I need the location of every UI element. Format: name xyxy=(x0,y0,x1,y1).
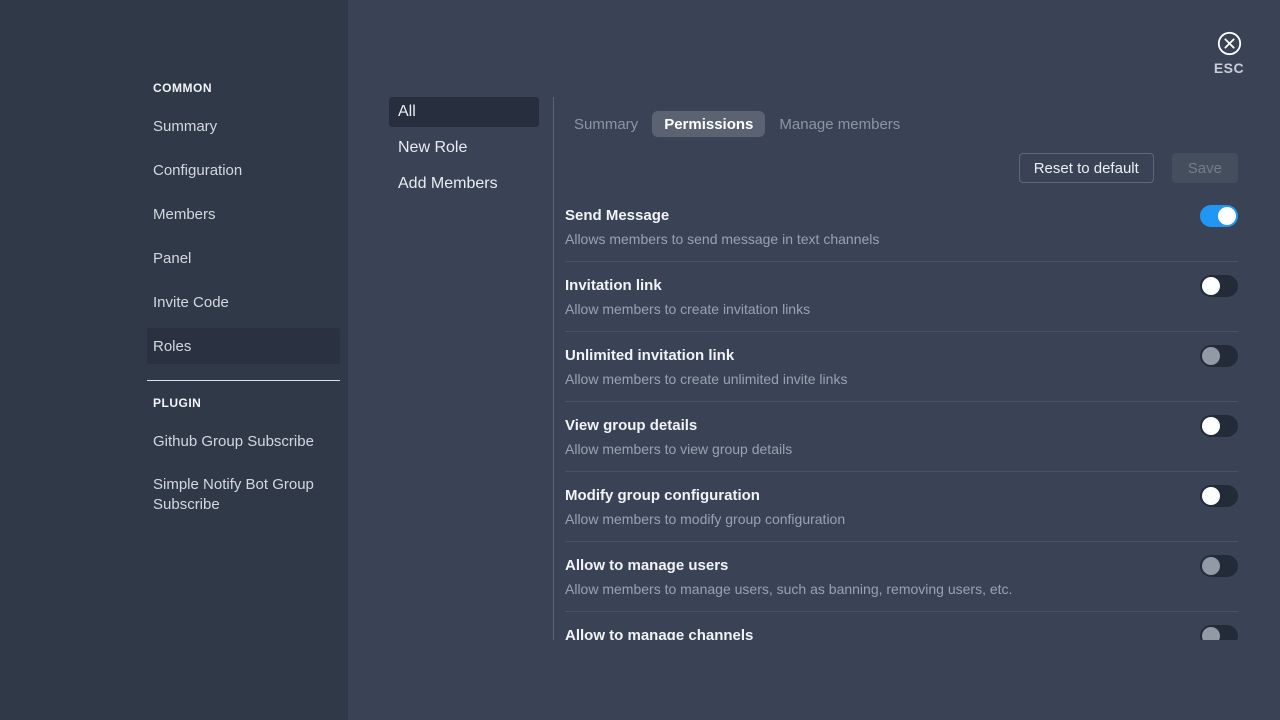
sidebar-item-roles[interactable]: Roles xyxy=(147,328,340,364)
role-item-label: All xyxy=(398,103,416,121)
tab-permissions[interactable]: Permissions xyxy=(652,111,765,137)
save-button: Save xyxy=(1172,153,1238,183)
role-item-new-role[interactable]: New Role xyxy=(389,133,539,163)
sidebar-item-label: Panel xyxy=(153,250,191,267)
permission-row-invitation-link: Invitation link Allow members to create … xyxy=(565,262,1238,332)
sidebar-item-members[interactable]: Members xyxy=(147,196,340,232)
sidebar-item-panel[interactable]: Panel xyxy=(147,240,340,276)
allow-to-manage-users-toggle xyxy=(1200,555,1238,577)
role-item-add-members[interactable]: Add Members xyxy=(389,169,539,199)
permission-description: Allow members to create invitation links xyxy=(565,300,1238,318)
sidebar-item-label: Github Group Subscribe xyxy=(153,433,314,450)
sidebar-section-header-common: COMMON xyxy=(147,78,340,98)
permission-title: Invitation link xyxy=(565,262,1238,295)
sidebar-item-label: Roles xyxy=(153,338,191,355)
permission-description: Allows members to send message in text c… xyxy=(565,230,1238,248)
permissions-list: Send Message Allows members to send mess… xyxy=(565,192,1238,640)
settings-sidebar: COMMON Summary Configuration Members Pan… xyxy=(0,0,348,720)
toggle-knob xyxy=(1202,557,1220,575)
role-item-label: Add Members xyxy=(398,175,498,193)
sidebar-item-simple-notify-bot-group-subscribe[interactable]: Simple Notify Bot Group Subscribe xyxy=(147,467,340,523)
role-tabs: Summary Permissions Manage members xyxy=(565,111,1238,137)
role-item-all[interactable]: All xyxy=(389,97,539,127)
permission-row-modify-group-configuration: Modify group configuration Allow members… xyxy=(565,472,1238,542)
circle-x-icon xyxy=(1209,30,1249,57)
permission-row-allow-to-manage-users: Allow to manage users Allow members to m… xyxy=(565,542,1238,612)
toggle-knob xyxy=(1202,487,1220,505)
permission-description: Allow members to create unlimited invite… xyxy=(565,370,1238,388)
sidebar-item-label: Simple Notify Bot Group Subscribe xyxy=(153,475,340,515)
tab-summary[interactable]: Summary xyxy=(565,111,647,137)
permission-description: Allow members to manage users, such as b… xyxy=(565,580,1238,598)
permission-row-send-message: Send Message Allows members to send mess… xyxy=(565,192,1238,262)
send-message-toggle[interactable] xyxy=(1200,205,1238,227)
toggle-knob xyxy=(1202,277,1220,295)
sidebar-item-label: Members xyxy=(153,206,216,223)
sidebar-divider xyxy=(147,380,340,381)
esc-label: ESC xyxy=(1209,60,1249,76)
toggle-knob xyxy=(1202,627,1220,640)
permission-description: Allow members to modify group configurat… xyxy=(565,510,1238,528)
permission-description: Allow members to view group details xyxy=(565,440,1238,458)
unlimited-invitation-link-toggle xyxy=(1200,345,1238,367)
role-permissions-panel: Summary Permissions Manage members Reset… xyxy=(565,0,1238,640)
view-group-details-toggle[interactable] xyxy=(1200,415,1238,437)
permission-title: View group details xyxy=(565,402,1238,435)
allow-to-manage-channels-toggle xyxy=(1200,625,1238,640)
sidebar-item-label: Configuration xyxy=(153,162,242,179)
reset-to-default-button[interactable]: Reset to default xyxy=(1019,153,1154,183)
sidebar-item-label: Summary xyxy=(153,118,217,135)
role-item-label: New Role xyxy=(398,139,467,157)
permission-title: Send Message xyxy=(565,192,1238,225)
permission-row-allow-to-manage-channels: Allow to manage channels xyxy=(565,612,1238,640)
sidebar-item-configuration[interactable]: Configuration xyxy=(147,152,340,188)
close-button[interactable]: ESC xyxy=(1209,30,1249,76)
permission-row-view-group-details: View group details Allow members to view… xyxy=(565,402,1238,472)
toggle-knob xyxy=(1202,417,1220,435)
permission-row-unlimited-invitation-link: Unlimited invitation link Allow members … xyxy=(565,332,1238,402)
permission-title: Allow to manage channels xyxy=(565,612,1238,640)
sidebar-item-label: Invite Code xyxy=(153,294,229,311)
permission-title: Unlimited invitation link xyxy=(565,332,1238,365)
toggle-knob xyxy=(1202,347,1220,365)
sidebar-section-header-plugin: PLUGIN xyxy=(147,393,340,413)
actions-bar: Reset to default Save xyxy=(565,153,1238,183)
modify-group-configuration-toggle[interactable] xyxy=(1200,485,1238,507)
sidebar-item-github-group-subscribe[interactable]: Github Group Subscribe xyxy=(147,423,340,459)
tab-manage-members[interactable]: Manage members xyxy=(770,111,909,137)
vertical-divider xyxy=(553,97,554,640)
roles-list: All New Role Add Members xyxy=(389,97,539,205)
sidebar-item-invite-code[interactable]: Invite Code xyxy=(147,284,340,320)
sidebar-item-summary[interactable]: Summary xyxy=(147,108,340,144)
toggle-knob xyxy=(1218,207,1236,225)
permission-title: Allow to manage users xyxy=(565,542,1238,575)
permission-title: Modify group configuration xyxy=(565,472,1238,505)
invitation-link-toggle[interactable] xyxy=(1200,275,1238,297)
sidebar-nav: COMMON Summary Configuration Members Pan… xyxy=(147,78,340,531)
